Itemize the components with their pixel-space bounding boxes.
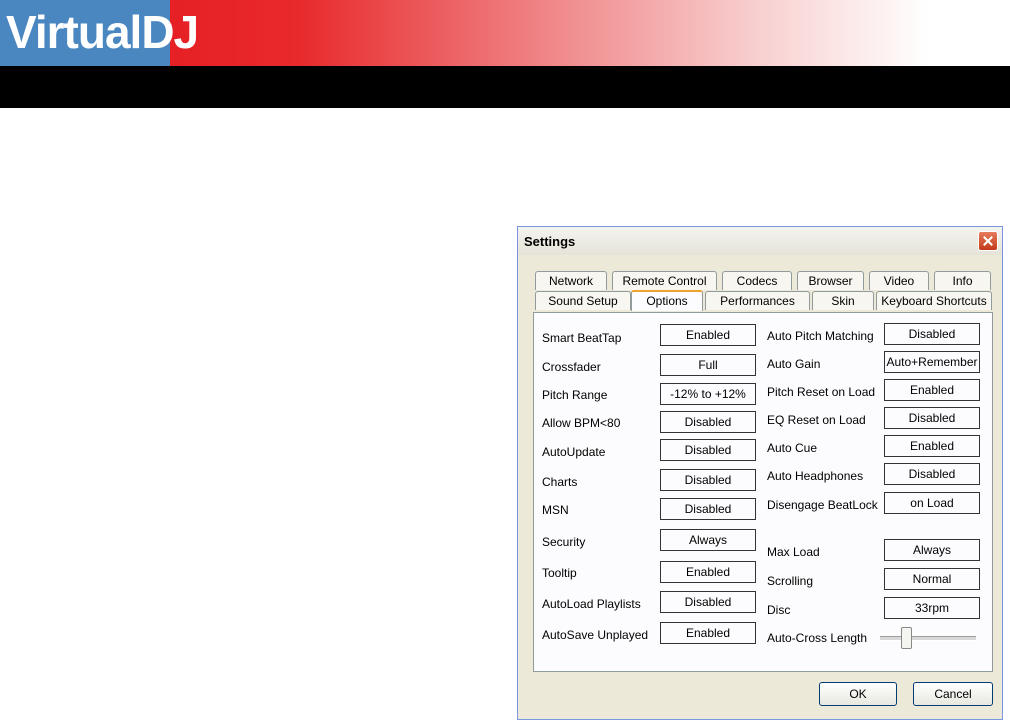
setting-label: Security [542,535,586,549]
banner: VirtualDJ [0,0,1010,66]
tab-codecs[interactable]: Codecs [722,271,792,290]
setting-label: Charts [542,475,578,489]
eq-reset-on-load-button[interactable]: Disabled [884,407,980,429]
auto-cue-button[interactable]: Enabled [884,435,980,457]
autosave-unplayed-button[interactable]: Enabled [660,622,756,644]
setting-label: AutoSave Unplayed [542,628,649,642]
tab-options[interactable]: Options [631,290,703,311]
tab-info[interactable]: Info [934,271,991,290]
setting-label: Auto Cue [767,441,818,455]
logo-text-dj: DJ [141,6,199,58]
max-load-button[interactable]: Always [884,539,980,561]
auto-headphones-button[interactable]: Disabled [884,463,980,485]
disc-button[interactable]: 33rpm [884,597,980,619]
disengage-beatlock-button[interactable]: on Load [884,492,980,514]
setting-label: Auto Headphones [767,469,864,483]
tab-skin[interactable]: Skin [812,291,874,310]
setting-label: MSN [542,503,569,517]
allow-bpm-button[interactable]: Disabled [660,411,756,433]
auto-gain-button[interactable]: Auto+Remember [884,351,980,373]
virtualdj-logo: VirtualDJ [6,4,199,60]
setting-label: AutoLoad Playlists [542,597,641,611]
pitch-range-button[interactable]: -12% to +12% [660,383,756,405]
setting-label: Auto Gain [767,357,821,371]
tab-sound-setup[interactable]: Sound Setup [535,291,631,310]
charts-button[interactable]: Disabled [660,469,756,491]
tab-remote-control[interactable]: Remote Control [612,271,717,290]
setting-label: Scrolling [767,574,814,588]
setting-label: Smart BeatTap [542,331,622,345]
setting-label: Disc [767,603,791,617]
tab-video[interactable]: Video [869,271,929,290]
autoupdate-button[interactable]: Disabled [660,439,756,461]
setting-label: Pitch Reset on Load [767,385,876,399]
setting-label: EQ Reset on Load [767,413,866,427]
close-icon[interactable] [978,231,998,251]
cancel-button[interactable]: Cancel [913,682,993,706]
tab-performances[interactable]: Performances [705,291,810,310]
title-bar[interactable]: Settings [518,227,1002,255]
ok-button[interactable]: OK [819,682,897,706]
setting-label: Pitch Range [542,388,608,402]
settings-dialog: Settings Network Remote Control Codecs B… [517,226,1003,720]
smart-beattap-button[interactable]: Enabled [660,324,756,346]
autocross-length-label: Auto-Cross Length [767,631,868,645]
tab-network[interactable]: Network [535,271,607,290]
setting-label: Disengage BeatLock [767,498,878,512]
auto-pitch-matching-button[interactable]: Disabled [884,323,980,345]
setting-label: Auto Pitch Matching [767,329,874,343]
tab-browser[interactable]: Browser [797,271,864,290]
setting-label: Tooltip [542,566,577,580]
security-button[interactable]: Always [660,529,756,551]
msn-button[interactable]: Disabled [660,498,756,520]
banner-black-bar [0,66,1010,108]
tooltip-button[interactable]: Enabled [660,561,756,583]
autocross-slider-track[interactable] [880,636,976,641]
autocross-slider-thumb[interactable] [901,627,913,649]
dialog-title: Settings [524,234,576,249]
setting-label: Max Load [767,545,820,559]
setting-label: Crossfader [542,360,601,374]
autoload-playlists-button[interactable]: Disabled [660,591,756,613]
tab-keyboard-shortcuts[interactable]: Keyboard Shortcuts [876,291,992,310]
crossfader-button[interactable]: Full [660,354,756,376]
scrolling-button[interactable]: Normal [884,568,980,590]
setting-label: AutoUpdate [542,445,606,459]
pitch-reset-on-load-button[interactable]: Enabled [884,379,980,401]
setting-label: Allow BPM<80 [542,416,621,430]
logo-text-virtual: Virtual [6,6,142,58]
